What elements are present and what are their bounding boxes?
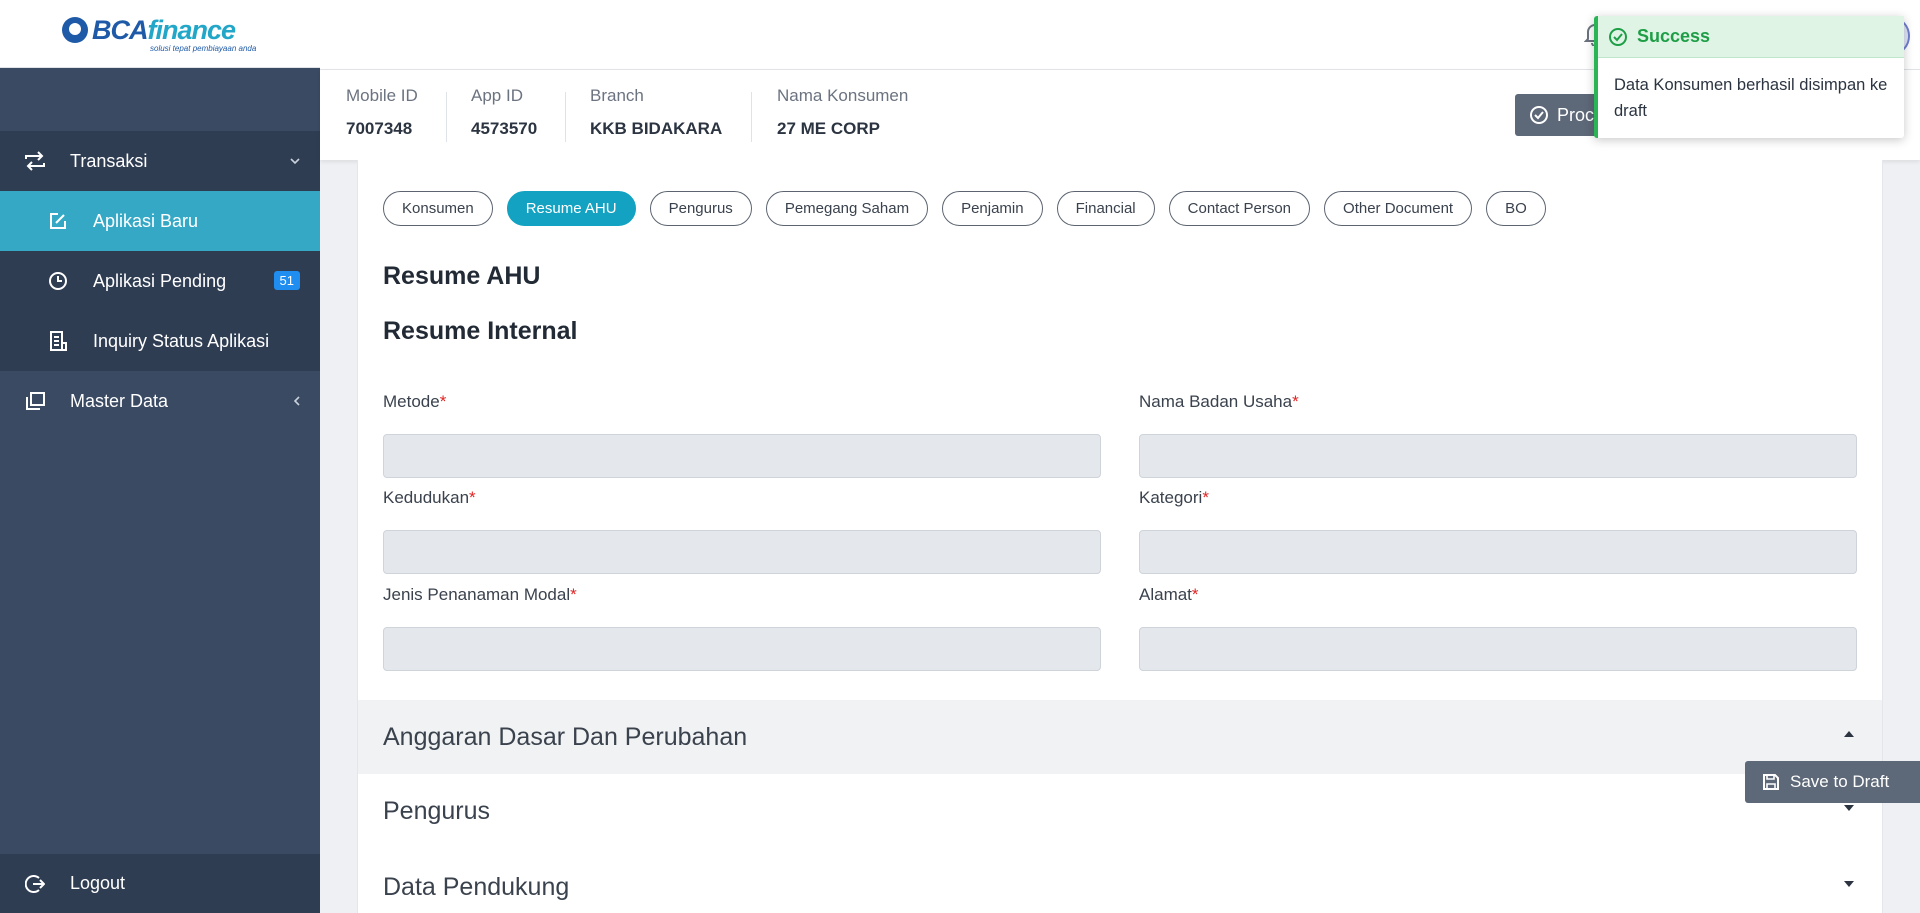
nav-group-label: Transaksi (70, 150, 148, 171)
tab-bo[interactable]: BO (1486, 191, 1546, 226)
alamat-input[interactable] (1139, 627, 1857, 671)
clock-icon (48, 271, 68, 291)
sidebar-item-label: Aplikasi Baru (93, 210, 199, 231)
success-toast[interactable]: Success Data Konsumen berhasil disimpan … (1594, 16, 1904, 138)
metode-input[interactable] (383, 434, 1101, 478)
field-label: Kategori* (1139, 488, 1209, 507)
sidebar: BCA finance solusi tepat pembiayaan anda … (0, 0, 320, 913)
bca-finance-logo[interactable]: BCA finance solusi tepat pembiayaan anda (62, 15, 256, 53)
section-tabs: Konsumen Resume AHU Pengurus Pemegang Sa… (383, 191, 1560, 226)
section-title: Resume Internal (383, 317, 578, 345)
sidebar-item-label: Aplikasi Pending (93, 270, 227, 291)
field-label: Nama Badan Usaha* (1139, 392, 1299, 411)
field-nama-badan-usaha: Nama Badan Usaha* (1139, 392, 1857, 478)
field-kedudukan: Kedudukan* (383, 488, 1101, 574)
sidebar-item-label: Inquiry Status Aplikasi (93, 330, 270, 351)
kategori-input[interactable] (1139, 530, 1857, 574)
tab-konsumen[interactable]: Konsumen (383, 191, 493, 226)
save-to-draft-button[interactable]: Save to Draft (1745, 761, 1920, 803)
accordion-label: Data Pendukung (383, 872, 570, 901)
pending-count-badge: 51 (273, 271, 300, 290)
logo-area: BCA finance solusi tepat pembiayaan anda (0, 0, 320, 68)
logout-label: Logout (70, 873, 126, 893)
check-circle-icon (1608, 27, 1628, 47)
save-to-draft-label: Save to Draft (1790, 772, 1890, 791)
info-branch: Branch KKB BIDAKARA (590, 86, 722, 146)
toast-message: Data Konsumen berhasil disimpan ke draft (1614, 76, 1888, 120)
nav-group-transaksi[interactable]: Transaksi (0, 131, 320, 191)
nav-group-label: Master Data (70, 390, 169, 411)
tab-resume-ahu[interactable]: Resume AHU (506, 191, 636, 226)
info-app-id: App ID 4573570 (471, 86, 537, 146)
chevron-down-icon (290, 131, 300, 191)
logo-text-bca: BCA (92, 14, 148, 45)
field-metode: Metode* (383, 392, 1101, 478)
divider (446, 92, 447, 142)
check-circle-icon (1529, 105, 1549, 125)
page-title: Resume AHU (383, 262, 541, 290)
sidebar-item-aplikasi-pending[interactable]: Aplikasi Pending 51 (0, 251, 320, 311)
nav-spacer (0, 68, 320, 131)
tab-pemegang-saham[interactable]: Pemegang Saham (765, 191, 929, 226)
tab-penjamin[interactable]: Penjamin (942, 191, 1043, 226)
logo-tagline: solusi tepat pembiayaan anda (150, 43, 257, 53)
copy-icon (24, 390, 46, 412)
mobile-id-value: 7007348 (346, 119, 413, 138)
app-id-label: App ID (471, 86, 523, 105)
logout-button[interactable]: Logout (0, 854, 320, 913)
field-label: Metode* (383, 392, 447, 411)
nav-group-master-data[interactable]: Master Data (0, 371, 320, 431)
kedudukan-input[interactable] (383, 530, 1101, 574)
tab-contact-person[interactable]: Contact Person (1168, 191, 1311, 226)
field-jenis-penanaman-modal: Jenis Penanaman Modal* (383, 585, 1101, 671)
nama-konsumen-value: 27 ME CORP (777, 119, 880, 138)
tab-pengurus[interactable]: Pengurus (649, 191, 752, 226)
branch-value: KKB BIDAKARA (590, 119, 723, 138)
accordion-pengurus[interactable]: Pengurus (358, 774, 1882, 848)
accordion-data-pendukung[interactable]: Data Pendukung (358, 850, 1882, 913)
field-label: Jenis Penanaman Modal* (383, 585, 577, 604)
info-mobile-id: Mobile ID 7007348 (346, 86, 418, 146)
document-list-icon (48, 331, 68, 351)
info-nama-konsumen: Nama Konsumen 27 ME CORP (777, 86, 908, 146)
field-alamat: Alamat* (1139, 585, 1857, 671)
accordion-label: Pengurus (383, 796, 491, 825)
chevron-left-icon (293, 371, 300, 431)
branch-label: Branch (590, 86, 644, 105)
caret-up-icon (1844, 731, 1854, 737)
logo-text-finance: finance (147, 14, 237, 45)
toast-header: Success (1598, 16, 1904, 58)
sidebar-item-aplikasi-baru[interactable]: Aplikasi Baru (0, 191, 320, 251)
toast-title: Success (1637, 26, 1711, 46)
logout-icon (24, 873, 46, 895)
field-label: Kedudukan* (383, 488, 476, 507)
accordion-anggaran-dasar[interactable]: Anggaran Dasar Dan Perubahan (358, 700, 1882, 774)
field-label: Alamat* (1139, 585, 1199, 604)
main-card: Konsumen Resume AHU Pengurus Pemegang Sa… (357, 160, 1883, 913)
caret-down-icon (1844, 805, 1854, 811)
caret-down-icon (1844, 881, 1854, 887)
sidebar-item-inquiry-status[interactable]: Inquiry Status Aplikasi (0, 311, 320, 371)
mobile-id-label: Mobile ID (346, 86, 418, 105)
accordion-label: Anggaran Dasar Dan Perubahan (383, 722, 748, 751)
tab-other-document[interactable]: Other Document (1324, 191, 1473, 226)
field-kategori: Kategori* (1139, 488, 1857, 574)
tab-financial[interactable]: Financial (1056, 191, 1155, 226)
nama-konsumen-label: Nama Konsumen (777, 86, 909, 105)
nama-badan-usaha-input[interactable] (1139, 434, 1857, 478)
swap-arrows-icon (24, 150, 46, 172)
divider (751, 92, 752, 142)
edit-icon (48, 211, 68, 231)
divider (565, 92, 566, 142)
save-icon (1762, 773, 1780, 791)
logo-mark-icon (62, 17, 88, 43)
jenis-penanaman-modal-input[interactable] (383, 627, 1101, 671)
app-id-value: 4573570 (471, 119, 538, 138)
